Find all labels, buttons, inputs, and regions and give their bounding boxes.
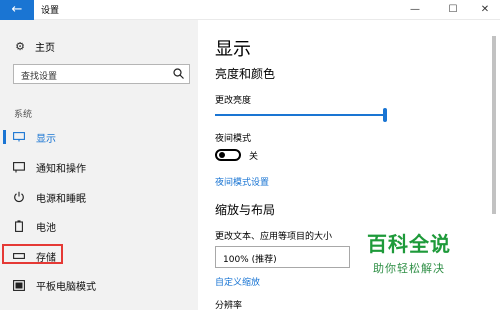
custom-scale-link[interactable]: 自定义缩放 [215,275,260,288]
brightness-label: 更改亮度 [215,96,252,106]
gear-icon: ⚙ [15,39,25,53]
toggle-knob [219,152,225,158]
battery-icon [12,220,26,232]
title-bar: ← 设置 — ☐ ✕ [0,0,500,20]
sidebar-item-label: 平板电脑模式 [36,281,96,293]
watermark-subtitle: 助你轻松解决 [373,262,445,275]
sidebar-item-label: 电源和睡眠 [36,193,86,205]
tablet-mode-icon [12,279,26,291]
maximize-icon: ☐ [448,4,458,15]
brightness-slider-thumb[interactable] [383,108,387,122]
watermark: 百科全说 助你轻松解决 [352,232,466,286]
sidebar-item-label: 电池 [36,222,56,234]
close-button[interactable]: ✕ [470,0,500,20]
back-arrow-icon: ← [11,2,23,17]
search-box[interactable]: 查找设置 [13,64,190,84]
notification-icon [12,161,26,173]
sidebar-item-battery[interactable]: 电池 [0,215,198,237]
display-icon [12,132,26,142]
window-title: 设置 [41,6,60,16]
scale-label: 更改文本、应用等项目的大小 [215,232,333,242]
brightness-slider-track[interactable] [215,114,385,116]
sidebar-item-label: 显示 [36,133,56,145]
night-mode-label: 夜间模式 [215,134,252,144]
power-icon [12,191,26,203]
close-icon: ✕ [480,4,490,15]
section-label-system: 系统 [14,110,33,120]
sidebar-item-display[interactable]: 显示 [0,126,198,148]
minimize-button[interactable]: — [400,0,430,20]
active-indicator [3,130,6,144]
storage-highlight-box [2,244,63,264]
search-icon[interactable] [173,68,184,79]
minimize-icon: — [410,4,420,15]
night-mode-settings-link[interactable]: 夜间模式设置 [215,175,269,188]
back-button[interactable]: ← [0,0,34,20]
sidebar-item-label: 通知和操作 [36,163,86,175]
section-heading-scale: 缩放与布局 [215,203,276,217]
scale-dropdown[interactable]: 100% (推荐) [215,246,350,268]
night-mode-toggle[interactable] [215,149,241,161]
sidebar-item-label: 主页 [35,42,55,54]
search-input[interactable]: 查找设置 [21,69,57,82]
page-title: 显示 [215,39,251,60]
sidebar: ⚙ 主页 查找设置 系统 显示 通知和操作 电源和睡眠 电池 存储 平板电脑模式 [0,20,198,310]
sidebar-item-home[interactable]: ⚙ 主页 [14,38,55,54]
night-mode-state: 关 [249,152,259,162]
sidebar-item-power-sleep[interactable]: 电源和睡眠 [0,186,198,208]
scale-dropdown-value: 100% (推荐) [223,255,277,265]
section-heading-brightness: 亮度和颜色 [215,67,276,81]
sidebar-item-notifications[interactable]: 通知和操作 [0,156,198,178]
sidebar-item-tablet-mode[interactable]: 平板电脑模式 [0,274,198,296]
maximize-button[interactable]: ☐ [438,0,468,20]
resolution-label: 分辨率 [215,301,243,310]
settings-window: ← 设置 — ☐ ✕ ⚙ 主页 查找设置 系统 显示 通知和操作 电源和睡眠 电… [0,0,500,310]
watermark-title: 百科全说 [367,232,451,256]
scrollbar[interactable] [492,36,496,214]
